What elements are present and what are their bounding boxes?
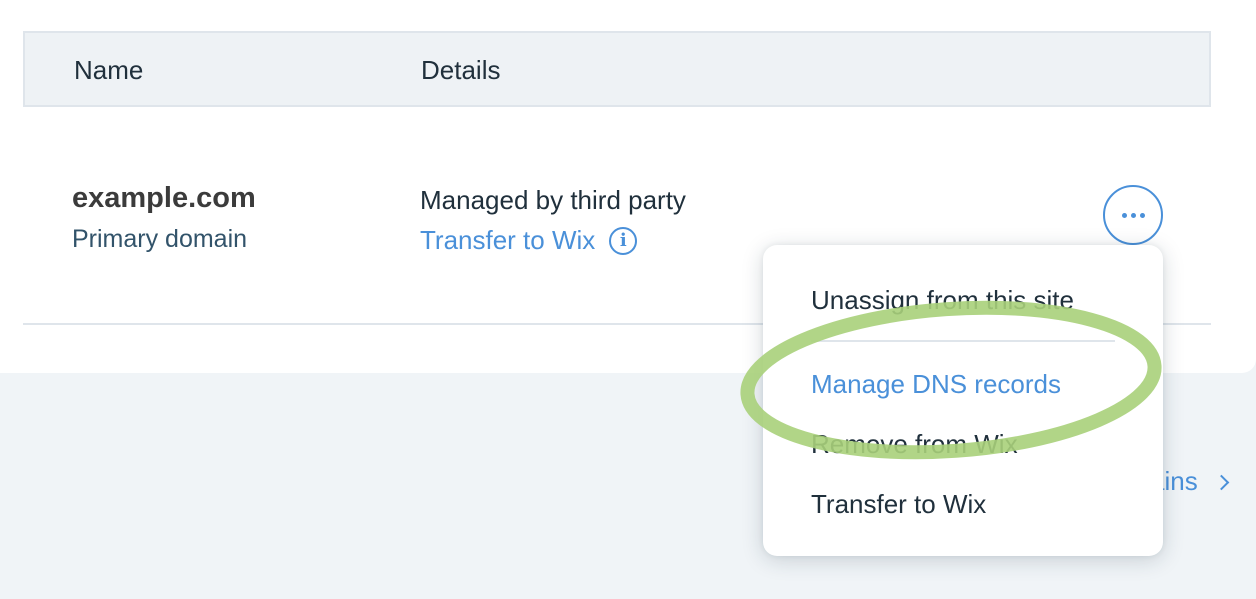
menu-item-manage-dns[interactable]: Manage DNS records — [811, 369, 1061, 400]
column-header-details: Details — [421, 55, 501, 85]
menu-divider — [811, 340, 1115, 342]
more-actions-button[interactable] — [1103, 185, 1163, 245]
actions-menu: Unassign from this site Manage DNS recor… — [763, 245, 1163, 556]
table-header: Name Details — [23, 31, 1211, 107]
domain-type: Primary domain — [72, 225, 248, 253]
menu-item-unassign[interactable]: Unassign from this site — [811, 285, 1074, 316]
transfer-to-wix-link[interactable]: Transfer to Wix i — [420, 225, 638, 256]
menu-item-transfer[interactable]: Transfer to Wix — [811, 489, 986, 520]
more-actions-icon — [1121, 212, 1145, 218]
menu-item-remove[interactable]: Remove from Wix — [811, 429, 1018, 460]
domain-name: example.com — [72, 182, 256, 214]
chevron-right-icon — [1213, 474, 1229, 491]
transfer-link-label: Transfer to Wix — [420, 225, 596, 255]
column-header-name: Name — [74, 55, 144, 85]
domain-status: Managed by third party — [420, 185, 686, 215]
info-icon[interactable]: i — [609, 226, 638, 255]
